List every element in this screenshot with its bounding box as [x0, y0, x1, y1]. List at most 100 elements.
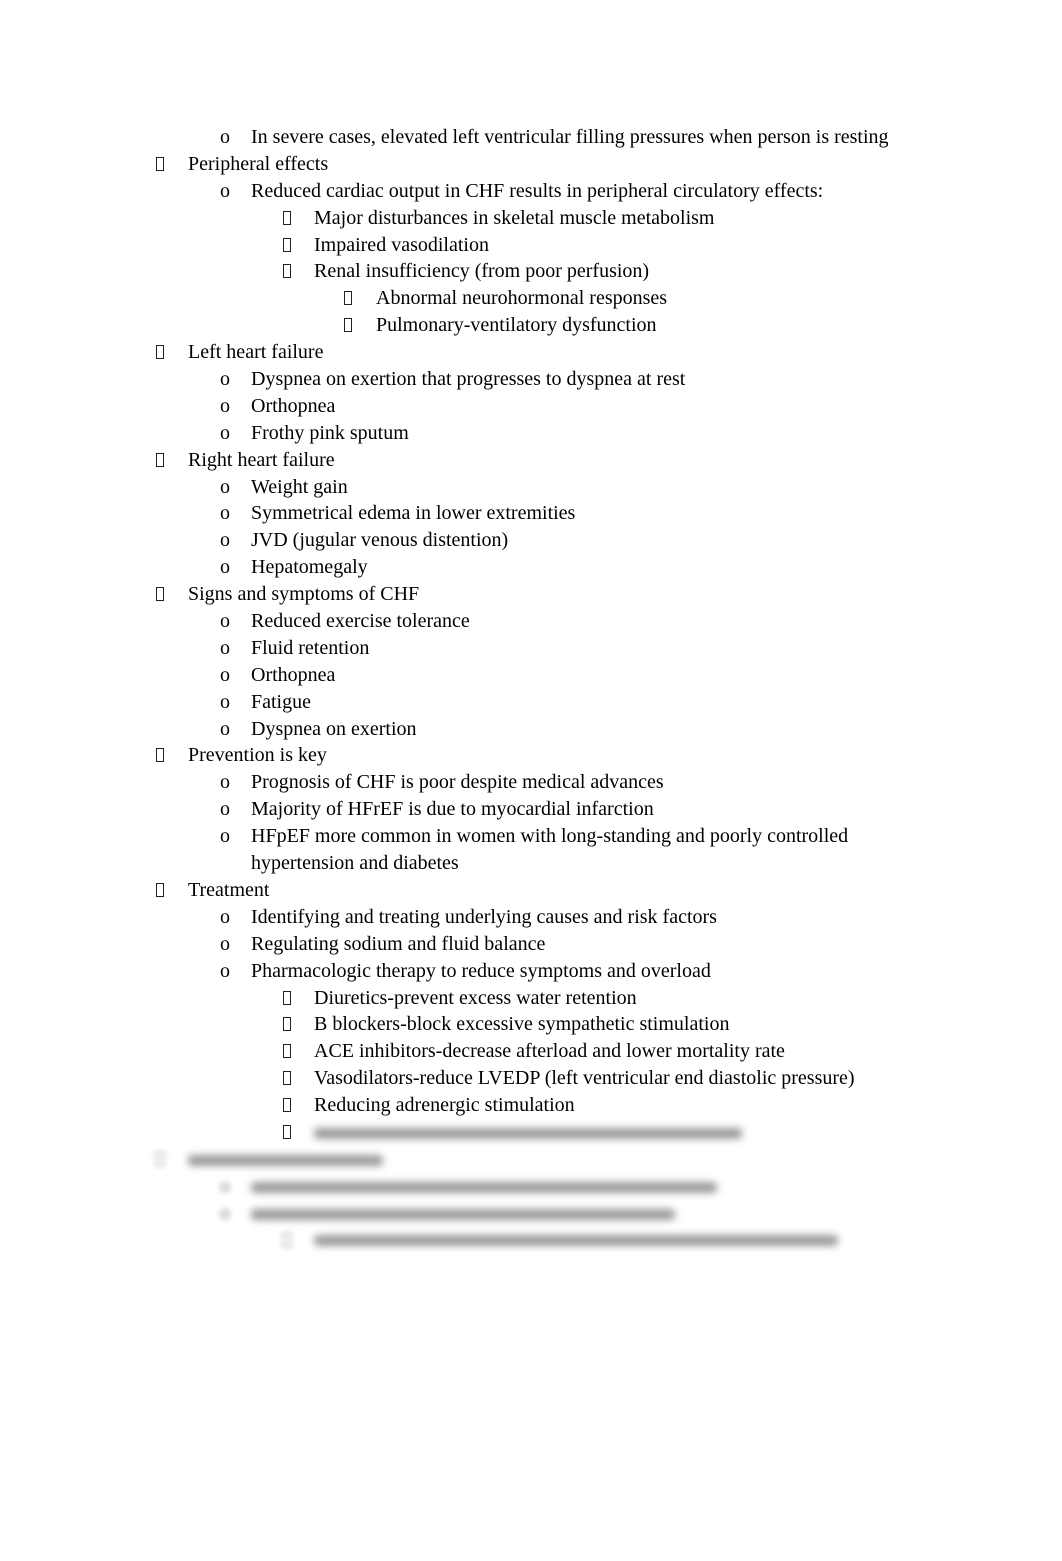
bullet-box-icon — [156, 447, 164, 474]
blurred-text — [314, 1227, 838, 1254]
bullet-box-icon — [283, 258, 291, 285]
list-item-text: Renal insufficiency (from poor perfusion… — [314, 260, 650, 283]
list-item-text: Diuretics-prevent excess water retention — [314, 986, 637, 1009]
list-item: Major disturbances in skeletal muscle me… — [0, 205, 1062, 232]
list-item: o Prognosis of CHF is poor despite medica… — [0, 769, 1062, 796]
list-item: ACE inhibitors-decrease afterload and lo… — [0, 1038, 1062, 1065]
list-item: o Identifying and treating underlying cau… — [0, 904, 1062, 931]
list-item-text: Peripheral effects — [188, 152, 329, 175]
redacted-list-item — [0, 1146, 1062, 1173]
list-item: o Orthopnea — [0, 662, 1062, 689]
bullet-o-marker: o — [220, 1201, 230, 1224]
bullet-box-icon — [283, 1011, 291, 1038]
bullet-box-icon — [283, 205, 291, 232]
list-item-text: Pharmacologic therapy to reduce symptoms… — [251, 959, 711, 982]
blurred-text — [188, 1146, 383, 1173]
list-item-text: Identifying and treating underlying caus… — [251, 905, 717, 928]
redacted-list-item: o — [0, 1173, 1062, 1200]
list-item: o Reduced cardiac output in CHF results i… — [0, 178, 1062, 205]
bullet-o-marker: o — [220, 825, 230, 848]
list-item: Right heart failure — [0, 447, 1062, 474]
list-item: Left heart failure — [0, 339, 1062, 366]
bullet-box-icon — [156, 339, 164, 366]
blurred-text — [251, 1173, 717, 1200]
blurred-text — [314, 1119, 742, 1146]
list-item: Vasodilators-reduce LVEDP (left ventricu… — [0, 1065, 1062, 1092]
list-item: o JVD (jugular venous distention) — [0, 527, 1062, 554]
bullet-box-icon — [156, 581, 164, 608]
list-item-text: Vasodilators-reduce LVEDP (left ventricu… — [314, 1067, 855, 1090]
bullet-o-marker: o — [220, 502, 230, 525]
list-item-text: Pulmonary-ventilatory dysfunction — [376, 314, 657, 337]
list-item: Prevention is key — [0, 742, 1062, 769]
list-item-text: Reduced exercise tolerance — [251, 610, 470, 633]
list-item: Renal insufficiency (from poor perfusion… — [0, 258, 1062, 285]
list-item-text: B blockers-block excessive sympathetic s… — [314, 1013, 730, 1036]
bullet-o-marker: o — [220, 959, 230, 982]
list-item-text: Symmetrical edema in lower extremities — [251, 502, 576, 525]
list-item-text: Reduced cardiac output in CHF results in… — [251, 179, 824, 202]
list-item-text: Right heart failure — [188, 448, 335, 471]
bullet-o-marker: o — [220, 556, 230, 579]
list-item-text: Weight gain — [251, 475, 348, 498]
bullet-o-marker: o — [220, 421, 230, 444]
bullet-box-icon — [283, 1227, 291, 1254]
list-item-text: Orthopnea — [251, 394, 336, 417]
bullet-box-icon — [283, 1092, 291, 1119]
list-item: Reducing adrenergic stimulation — [0, 1092, 1062, 1119]
list-item: o Weight gain — [0, 474, 1062, 501]
list-item-text: Orthopnea — [251, 663, 336, 686]
bullet-o-marker: o — [220, 179, 230, 202]
list-item: o Reduced exercise tolerance — [0, 608, 1062, 635]
list-item-text: Frothy pink sputum — [251, 421, 409, 444]
list-item: o Fatigue — [0, 689, 1062, 716]
list-item: o Orthopnea — [0, 393, 1062, 420]
list-item-text: ACE inhibitors-decrease afterload and lo… — [314, 1040, 785, 1063]
bullet-box-icon — [344, 285, 352, 312]
list-item: o Majority of HFrEF is due to myocardial … — [0, 796, 1062, 823]
bullet-box-icon — [283, 1038, 291, 1065]
list-item-text: Dyspnea on exertion — [251, 717, 417, 740]
bullet-o-marker: o — [220, 610, 230, 633]
bullet-o-marker: o — [220, 529, 230, 552]
list-item: o Dyspnea on exertion that progresses to … — [0, 366, 1062, 393]
list-item: o In severe cases, elevated left ventricu… — [0, 124, 1062, 151]
list-item-text: Fluid retention — [251, 636, 370, 659]
bullet-box-icon — [283, 1119, 291, 1146]
bullet-o-marker: o — [220, 717, 230, 740]
list-item: o Frothy pink sputum — [0, 420, 1062, 447]
bullet-o-marker: o — [220, 394, 230, 417]
bullet-o-marker: o — [220, 636, 230, 659]
bullet-box-icon — [283, 1065, 291, 1092]
list-item-text: In severe cases, elevated left ventricul… — [251, 126, 889, 148]
list-item: B blockers-block excessive sympathetic s… — [0, 1011, 1062, 1038]
bullet-box-icon — [156, 742, 164, 769]
bullet-box-icon — [156, 1146, 164, 1173]
list-item-text: Prevention is key — [188, 744, 327, 767]
bullet-o-marker: o — [220, 798, 230, 821]
list-item: Diuretics-prevent excess water retention — [0, 985, 1062, 1012]
list-item: o Pharmacologic therapy to reduce symptom… — [0, 958, 1062, 985]
bullet-box-icon — [283, 985, 291, 1012]
bullet-o-marker: o — [220, 690, 230, 713]
list-item: o Regulating sodium and fluid balance — [0, 931, 1062, 958]
list-item: o Hepatomegaly — [0, 554, 1062, 581]
list-item: Peripheral effects — [0, 151, 1062, 178]
bullet-o-marker: o — [220, 475, 230, 498]
list-item-text: Left heart failure — [188, 341, 324, 364]
list-item-text: Major disturbances in skeletal muscle me… — [314, 206, 715, 229]
list-item: Abnormal neurohormonal responses — [0, 285, 1062, 312]
list-item-text: Fatigue — [251, 690, 311, 713]
list-item: o Dyspnea on exertion — [0, 716, 1062, 743]
bullet-box-icon — [283, 232, 291, 259]
bullet-box-icon — [344, 312, 352, 339]
list-item: Signs and symptoms of CHF — [0, 581, 1062, 608]
bullet-o-marker: o — [220, 126, 230, 148]
list-item-text: Impaired vasodilation — [314, 233, 489, 256]
list-item-text: Prognosis of CHF is poor despite medical… — [251, 771, 664, 794]
list-item-text: Majority of HFrEF is due to myocardial i… — [251, 798, 654, 821]
list-item: hypertension and diabetes — [0, 850, 1062, 877]
bullet-box-icon — [156, 151, 164, 178]
bullet-o-marker: o — [220, 771, 230, 794]
bullet-box-icon — [156, 877, 164, 904]
